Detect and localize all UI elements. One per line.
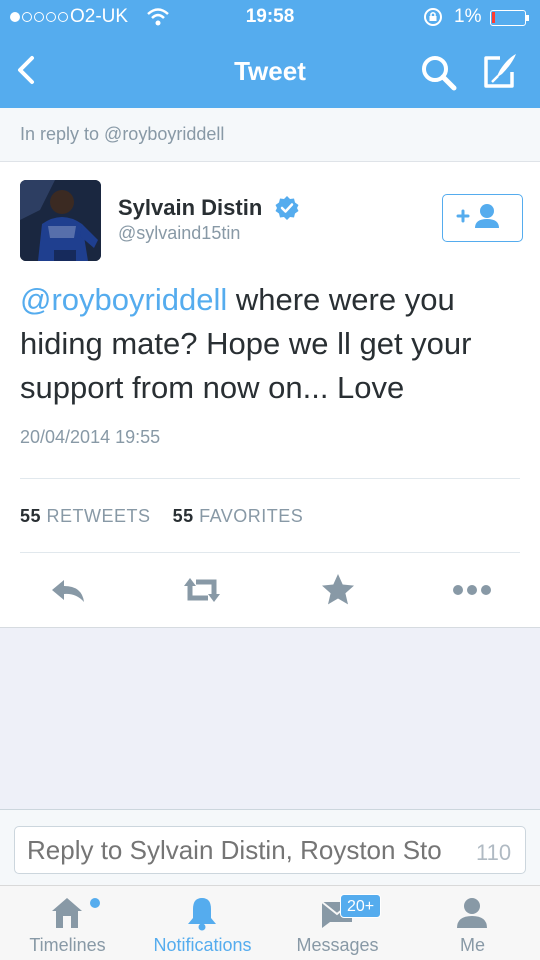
battery-percent: 1% bbox=[454, 6, 482, 27]
reply-context: In reply to @royboyriddell bbox=[0, 108, 540, 162]
bell-icon bbox=[188, 898, 216, 931]
avatar[interactable] bbox=[20, 180, 101, 261]
retweets-count: 55 bbox=[20, 506, 42, 526]
favorites-label: FAVORITES bbox=[199, 506, 304, 526]
tab-messages[interactable]: 20+ Messages bbox=[270, 886, 405, 960]
new-activity-dot bbox=[90, 898, 100, 908]
reply-icon[interactable] bbox=[48, 570, 88, 610]
rotation-lock-icon bbox=[424, 8, 442, 26]
home-icon bbox=[52, 898, 82, 928]
tab-bar: Timelines Notifications 20+ Messages Me bbox=[0, 885, 540, 960]
divider bbox=[20, 478, 520, 479]
author-name[interactable]: Sylvain Distin bbox=[118, 195, 262, 221]
top-bar: O2-UK 19:58 1% Tweet bbox=[0, 0, 540, 108]
follow-button[interactable] bbox=[442, 194, 523, 242]
verified-icon bbox=[275, 196, 299, 220]
favorites-count: 55 bbox=[172, 506, 194, 526]
more-icon[interactable] bbox=[452, 570, 492, 610]
page-title: Tweet bbox=[234, 56, 306, 86]
author-handle[interactable]: @sylvaind15tin bbox=[118, 223, 240, 244]
reply-input[interactable] bbox=[14, 826, 526, 874]
tab-label: Me bbox=[459, 935, 485, 955]
tweet-timestamp: 20/04/2014 19:55 bbox=[20, 427, 161, 447]
tab-timelines[interactable]: Timelines bbox=[0, 886, 135, 960]
person-icon bbox=[457, 898, 487, 928]
compose-icon[interactable] bbox=[480, 50, 522, 92]
messages-badge: 20+ bbox=[340, 894, 382, 918]
tab-me[interactable]: Me bbox=[405, 886, 540, 960]
tweet-card: Sylvain Distin @sylvaind15tin @royboyrid… bbox=[0, 162, 540, 628]
mention-link[interactable]: @royboyriddell bbox=[20, 282, 227, 317]
reply-composer: 110 bbox=[0, 809, 540, 885]
char-count: 110 bbox=[476, 840, 512, 865]
tab-label: Timelines bbox=[29, 935, 106, 955]
divider bbox=[20, 552, 520, 553]
tab-label: Messages bbox=[296, 935, 379, 955]
search-icon[interactable] bbox=[418, 52, 458, 92]
follow-icon bbox=[456, 203, 499, 228]
battery-icon bbox=[490, 10, 529, 26]
favorites-stat[interactable]: 55 FAVORITES bbox=[173, 506, 304, 526]
retweets-stat[interactable]: 55 RETWEETS bbox=[20, 506, 151, 526]
status-bar: O2-UK 19:58 1% bbox=[0, 0, 540, 36]
tab-label: Notifications bbox=[153, 935, 252, 955]
retweets-label: RETWEETS bbox=[46, 506, 151, 526]
tab-notifications[interactable]: Notifications bbox=[135, 886, 270, 960]
retweet-icon[interactable] bbox=[182, 570, 222, 610]
tweet-text: @royboyriddell where were you hiding mat… bbox=[20, 278, 520, 410]
favorite-icon[interactable] bbox=[318, 570, 358, 610]
tweet-stats: 55 RETWEETS 55 FAVORITES bbox=[20, 506, 303, 527]
